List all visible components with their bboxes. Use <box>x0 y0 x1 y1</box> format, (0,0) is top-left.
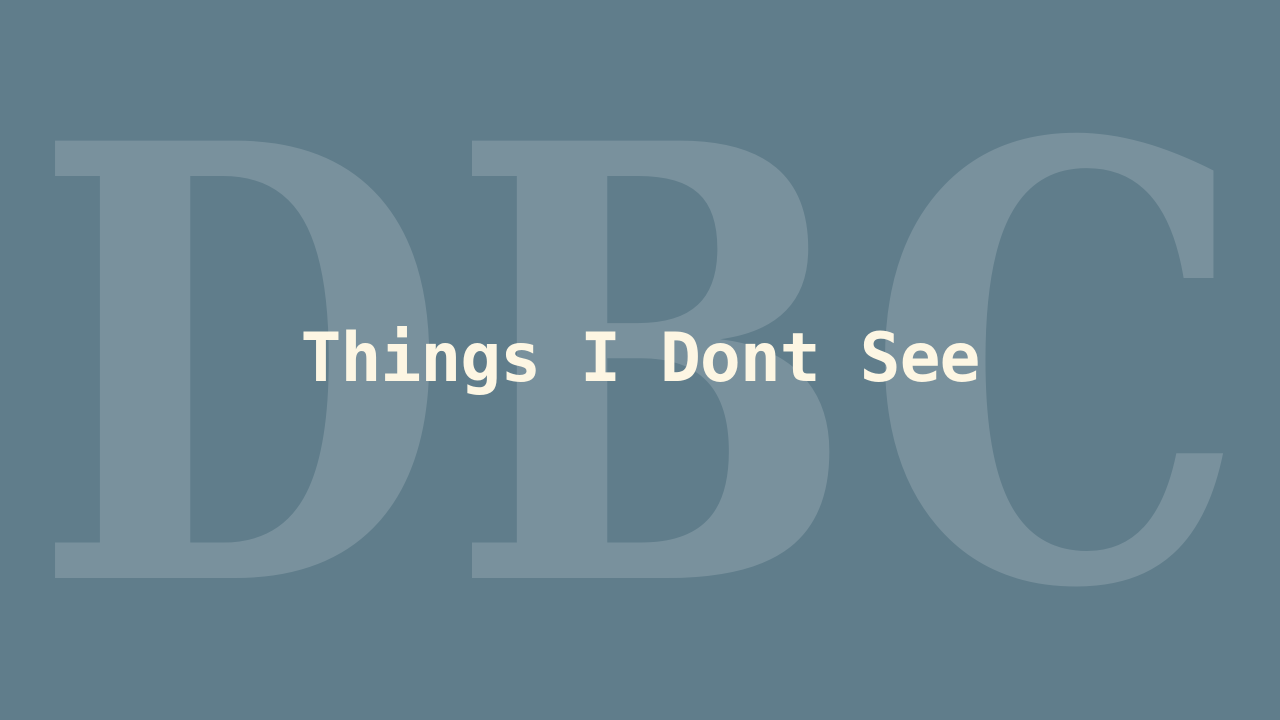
page-title: Things I Dont See <box>300 318 981 398</box>
